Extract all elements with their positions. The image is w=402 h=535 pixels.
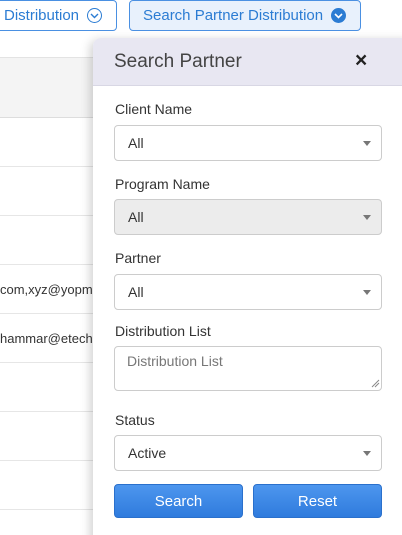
chevron-down-circle-filled-icon [331,8,347,23]
status-label: Status [115,412,155,428]
program-name-value: All [128,209,144,225]
client-name-select[interactable]: All [114,125,382,161]
caret-down-icon [363,290,371,295]
caret-down-icon [363,141,371,146]
distribution-list-label: Distribution List [115,323,211,339]
page: Distribution Search Partner Distribution… [0,0,402,535]
status-value: Active [128,445,167,461]
search-partner-distribution-button[interactable]: Search Partner Distribution [129,0,361,31]
search-partner-panel: Search Partner × Client Name All Program… [93,38,402,535]
search-button[interactable]: Search [114,484,243,518]
program-name-label: Program Name [115,176,210,192]
close-icon[interactable]: × [355,49,367,73]
chevron-down-circle-icon [87,8,103,23]
caret-down-icon [363,451,371,456]
partner-label: Partner [115,250,161,266]
search-partner-distribution-label: Search Partner Distribution [143,7,324,24]
status-select[interactable]: Active [114,435,382,471]
resize-grip-icon[interactable] [370,378,380,388]
distribution-list-input[interactable] [114,346,382,391]
client-name-value: All [128,135,144,151]
distribution-button[interactable]: Distribution [0,0,117,31]
program-name-select[interactable]: All [114,199,382,235]
reset-button[interactable]: Reset [253,484,382,518]
caret-down-icon [363,215,371,220]
distribution-button-label: Distribution [4,7,80,24]
partner-value: All [128,284,144,300]
client-name-label: Client Name [115,101,193,117]
partner-select[interactable]: All [114,274,382,310]
panel-title: Search Partner [114,50,242,72]
